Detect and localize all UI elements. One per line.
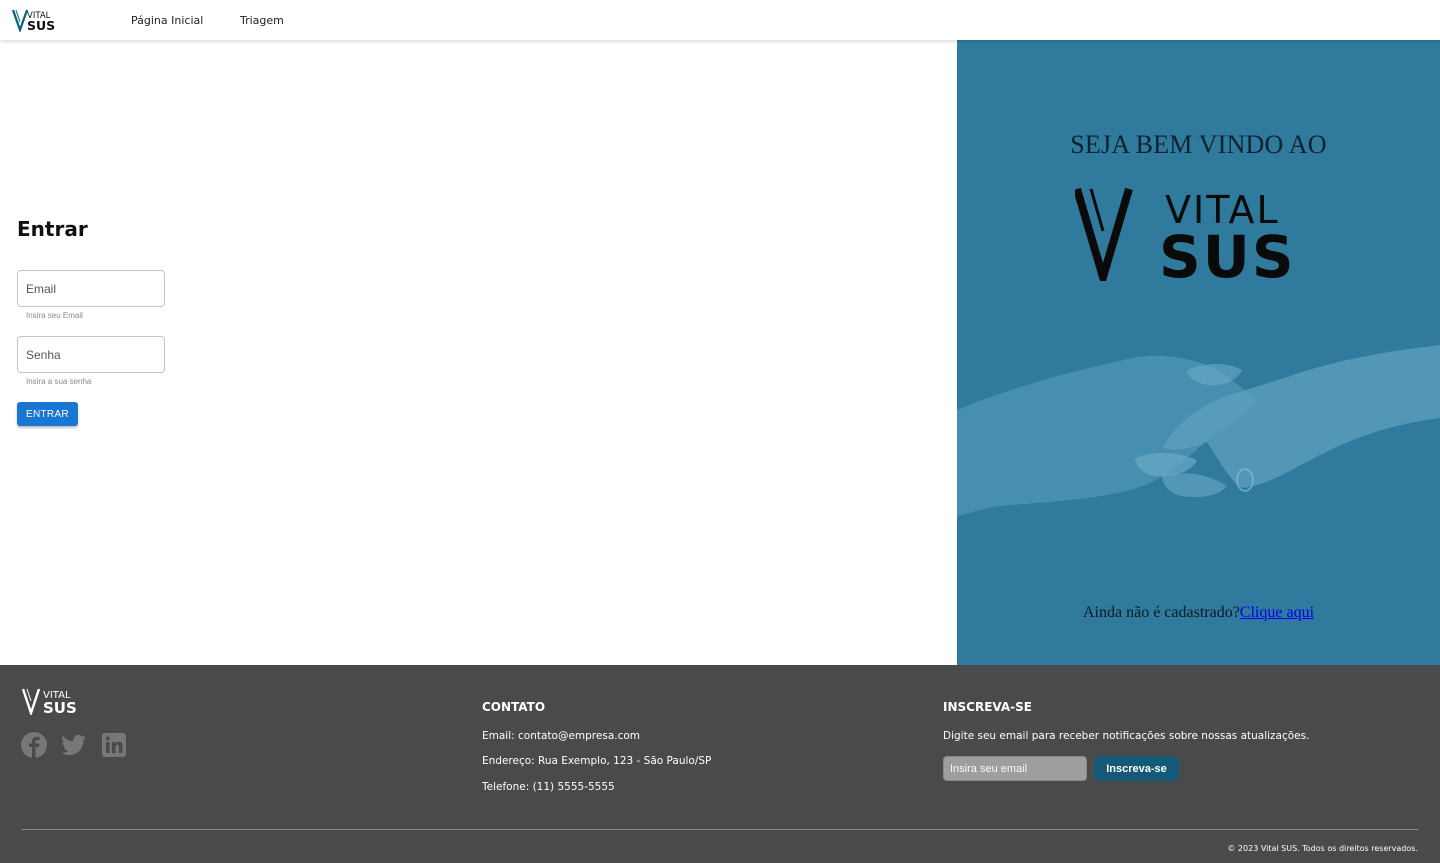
subscribe-button[interactable]: Inscreva-se [1094,756,1179,781]
welcome-panel: SEJA BEM VINDO AO VITAL SUS Ainda não é … [957,40,1440,665]
copyright-text: © 2023 Vital SUS. Todos os direitos rese… [1227,844,1418,853]
nav-link-triage[interactable]: Triagem [240,14,284,27]
signup-prompt-text: Ainda não é cadastrado? [1082,604,1240,621]
password-helper-text: Insira a sua senha [26,377,92,386]
contact-phone: Telefone: (11) 5555-5555 [482,781,615,793]
footer: VITAL SUS CONTATO Email: contato@empresa… [0,665,1440,863]
hero-logo-sus-text: SUS [1159,223,1296,281]
svg-text:SUS: SUS [43,699,77,715]
login-submit-button[interactable]: ENTRAR [17,402,78,426]
contact-heading: CONTATO [482,700,546,714]
facebook-icon[interactable] [21,732,47,758]
welcome-title: SEJA BEM VINDO AO [1070,130,1327,159]
subscribe-email-input[interactable] [943,756,1087,781]
contact-address: Endereço: Rua Exemplo, 123 - São Paulo/S… [482,755,712,767]
email-helper-text: Insira seu Email [26,311,83,320]
contact-email: Email: contato@empresa.com [482,730,641,742]
subscribe-heading: INSCREVA-SE [943,700,1032,714]
signup-prompt: Ainda não é cadastrado?Clique aqui [957,604,1440,622]
footer-divider [22,829,1418,830]
linkedin-icon[interactable] [101,732,127,758]
footer-logo[interactable]: VITAL SUS [22,687,88,715]
password-input[interactable] [17,336,165,373]
vital-sus-logo[interactable]: VITAL SUS [12,8,66,32]
login-title: Entrar [17,217,88,241]
email-input[interactable] [17,270,165,307]
signup-link[interactable]: Clique aqui [1240,604,1314,621]
svg-text:SUS: SUS [27,18,55,32]
vital-sus-hero-logo: VITAL SUS [1075,187,1296,281]
twitter-icon[interactable] [61,732,87,758]
top-navbar: VITAL SUS Página Inicial Triagem [0,0,1440,40]
subscribe-description: Digite seu email para receber notificaçõ… [943,730,1310,742]
nav-link-home[interactable]: Página Inicial [131,14,203,27]
